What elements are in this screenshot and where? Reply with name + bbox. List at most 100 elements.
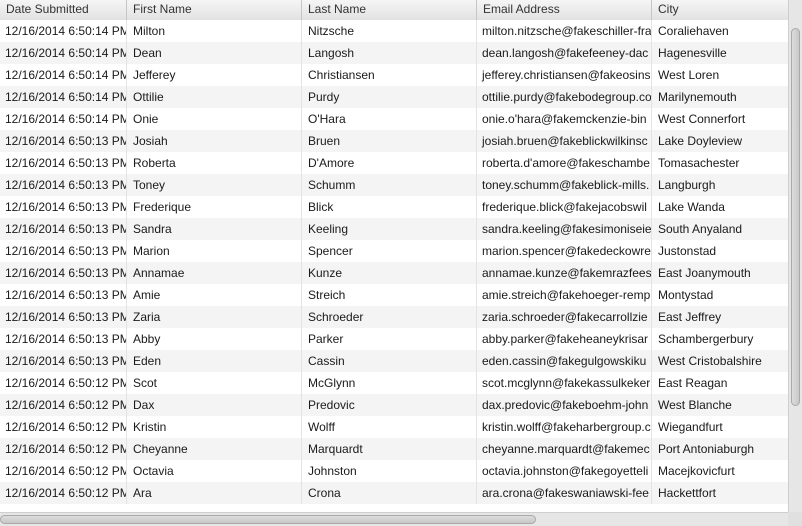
table-row[interactable]: 12/16/2014 6:50:12 PM Cheyanne Marquardt ch…: [0, 438, 788, 460]
table-row[interactable]: 12/16/2014 6:50:12 PM Ara Crona ara.crona@f…: [0, 482, 788, 504]
scrollbar-corner: [788, 512, 802, 526]
cell-date-submitted: 12/16/2014 6:50:12 PM: [0, 416, 127, 438]
table-row[interactable]: 12/16/2014 6:50:12 PM Dax Predovic dax.pred…: [0, 394, 788, 416]
cell-last-name: McGlynn: [302, 372, 477, 394]
table-row[interactable]: 12/16/2014 6:50:13 PM Marion Spencer marion…: [0, 240, 788, 262]
vertical-scrollbar[interactable]: [788, 0, 802, 512]
cell-date-submitted: 12/16/2014 6:50:13 PM: [0, 328, 127, 350]
cell-last-name: Parker: [302, 328, 477, 350]
cell-date-submitted: 12/16/2014 6:50:14 PM: [0, 108, 127, 130]
table-row[interactable]: 12/16/2014 6:50:14 PM Dean Langosh dean.lan…: [0, 42, 788, 64]
cell-city: Hackettfort: [658, 486, 717, 500]
cell-date-submitted: 12/16/2014 6:50:13 PM: [0, 152, 127, 174]
cell-email-address: amie.streich@fakehoeger-remp: [477, 284, 652, 306]
table-row[interactable]: 12/16/2014 6:50:12 PM Octavia Johnston octa…: [0, 460, 788, 482]
cell-city: Schambergerbury: [658, 332, 754, 346]
cell-city: West Blanche: [658, 398, 732, 412]
cell-first-name: Kristin: [127, 416, 302, 438]
cell-first-name: Roberta: [127, 152, 302, 174]
cell-first-name: Cheyanne: [127, 438, 302, 460]
cell-city: Hagenesville: [658, 46, 727, 60]
cell-first-name: Frederique: [127, 196, 302, 218]
cell-date-submitted: 12/16/2014 6:50:13 PM: [0, 240, 127, 262]
table-row[interactable]: 12/16/2014 6:50:12 PM Scot McGlynn scot.mcg…: [0, 372, 788, 394]
table-row[interactable]: 12/16/2014 6:50:13 PM Sandra Keeling sandra…: [0, 218, 788, 240]
cell-first-name: Sandra: [127, 218, 302, 240]
table-row[interactable]: 12/16/2014 6:50:13 PM Amie Streich amie.str…: [0, 284, 788, 306]
table-row[interactable]: 12/16/2014 6:50:12 PM Kristin Wolff kristin…: [0, 416, 788, 438]
table-row[interactable]: 12/16/2014 6:50:13 PM Zaria Schroeder zaria…: [0, 306, 788, 328]
table-row[interactable]: 12/16/2014 6:50:13 PM Toney Schumm toney.sc…: [0, 174, 788, 196]
cell-email-address: scot.mcglynn@fakekassulkeker: [477, 372, 652, 394]
cell-date-submitted: 12/16/2014 6:50:13 PM: [0, 218, 127, 240]
cell-first-name: Annamae: [127, 262, 302, 284]
cell-email-address: jefferey.christiansen@fakeosins: [477, 64, 652, 86]
cell-first-name: Jefferey: [127, 64, 302, 86]
cell-first-name: Onie: [127, 108, 302, 130]
column-header-city[interactable]: City: [652, 0, 788, 20]
cell-first-name: Marion: [127, 240, 302, 262]
table-row[interactable]: 12/16/2014 6:50:13 PM Josiah Bruen josiah.b…: [0, 130, 788, 152]
table-body: 12/16/2014 6:50:14 PM Milton Nitzsche milto…: [0, 20, 788, 504]
cell-last-name: Langosh: [302, 42, 477, 64]
cell-city: East Reagan: [658, 376, 728, 390]
cell-email-address: dean.langosh@fakefeeney-dac: [477, 42, 652, 64]
data-grid: Date Submitted First Name Last Name Emai…: [0, 0, 788, 512]
cell-date-submitted: 12/16/2014 6:50:13 PM: [0, 306, 127, 328]
cell-date-submitted: 12/16/2014 6:50:14 PM: [0, 20, 127, 42]
cell-date-submitted: 12/16/2014 6:50:12 PM: [0, 460, 127, 482]
table-row[interactable]: 12/16/2014 6:50:13 PM Frederique Blick fred…: [0, 196, 788, 218]
cell-email-address: abby.parker@fakeheaneykrisar: [477, 328, 652, 350]
cell-city: Montystad: [658, 288, 714, 302]
cell-last-name: Crona: [302, 482, 477, 504]
cell-city: West Cristobalshire: [658, 354, 762, 368]
cell-last-name: Christiansen: [302, 64, 477, 86]
cell-last-name: Nitzsche: [302, 20, 477, 42]
cell-first-name: Scot: [127, 372, 302, 394]
cell-email-address: ara.crona@fakeswaniawski-fee: [477, 482, 652, 504]
cell-email-address: onie.o'hara@fakemckenzie-bin: [477, 108, 652, 130]
column-header-date-submitted[interactable]: Date Submitted: [0, 0, 127, 20]
table-row[interactable]: 12/16/2014 6:50:13 PM Eden Cassin eden.cass…: [0, 350, 788, 372]
cell-last-name: O'Hara: [302, 108, 477, 130]
cell-date-submitted: 12/16/2014 6:50:14 PM: [0, 64, 127, 86]
cell-last-name: Bruen: [302, 130, 477, 152]
cell-last-name: Purdy: [302, 86, 477, 108]
cell-first-name: Dean: [127, 42, 302, 64]
table-row[interactable]: 12/16/2014 6:50:14 PM Onie O'Hara onie.o'ha…: [0, 108, 788, 130]
cell-email-address: kristin.wolff@fakeharbergroup.c: [477, 416, 652, 438]
cell-date-submitted: 12/16/2014 6:50:13 PM: [0, 350, 127, 372]
cell-last-name: Keeling: [302, 218, 477, 240]
cell-city: Langburgh: [658, 178, 716, 192]
cell-date-submitted: 12/16/2014 6:50:12 PM: [0, 482, 127, 504]
cell-last-name: Marquardt: [302, 438, 477, 460]
table-row[interactable]: 12/16/2014 6:50:13 PM Abby Parker abby.park…: [0, 328, 788, 350]
table-row[interactable]: 12/16/2014 6:50:13 PM Roberta D'Amore rober…: [0, 152, 788, 174]
cell-city: Wiegandfurt: [658, 420, 723, 434]
cell-city: West Connerfort: [658, 112, 746, 126]
cell-first-name: Ottilie: [127, 86, 302, 108]
cell-date-submitted: 12/16/2014 6:50:13 PM: [0, 262, 127, 284]
cell-email-address: dax.predovic@fakeboehm-john: [477, 394, 652, 416]
cell-email-address: marion.spencer@fakedeckowre: [477, 240, 652, 262]
cell-city: East Joanymouth: [658, 266, 751, 280]
cell-first-name: Dax: [127, 394, 302, 416]
horizontal-scrollbar-thumb[interactable]: [0, 515, 536, 524]
cell-city: Lake Doyleview: [658, 134, 743, 148]
horizontal-scrollbar[interactable]: [0, 512, 788, 526]
column-header-email-address[interactable]: Email Address: [477, 0, 652, 20]
cell-last-name: Schroeder: [302, 306, 477, 328]
column-header-first-name[interactable]: First Name: [127, 0, 302, 20]
cell-city: East Jeffrey: [658, 310, 722, 324]
column-header-last-name[interactable]: Last Name: [302, 0, 477, 20]
table-row[interactable]: 12/16/2014 6:50:13 PM Annamae Kunze annamae…: [0, 262, 788, 284]
cell-last-name: Streich: [302, 284, 477, 306]
table-row[interactable]: 12/16/2014 6:50:14 PM Jefferey Christianse…: [0, 64, 788, 86]
vertical-scrollbar-thumb[interactable]: [791, 28, 800, 406]
cell-first-name: Amie: [127, 284, 302, 306]
table-row[interactable]: 12/16/2014 6:50:14 PM Ottilie Purdy ottilie…: [0, 86, 788, 108]
cell-date-submitted: 12/16/2014 6:50:12 PM: [0, 394, 127, 416]
cell-last-name: D'Amore: [302, 152, 477, 174]
cell-city: Justonstad: [658, 244, 717, 258]
table-row[interactable]: 12/16/2014 6:50:14 PM Milton Nitzsche milto…: [0, 20, 788, 42]
